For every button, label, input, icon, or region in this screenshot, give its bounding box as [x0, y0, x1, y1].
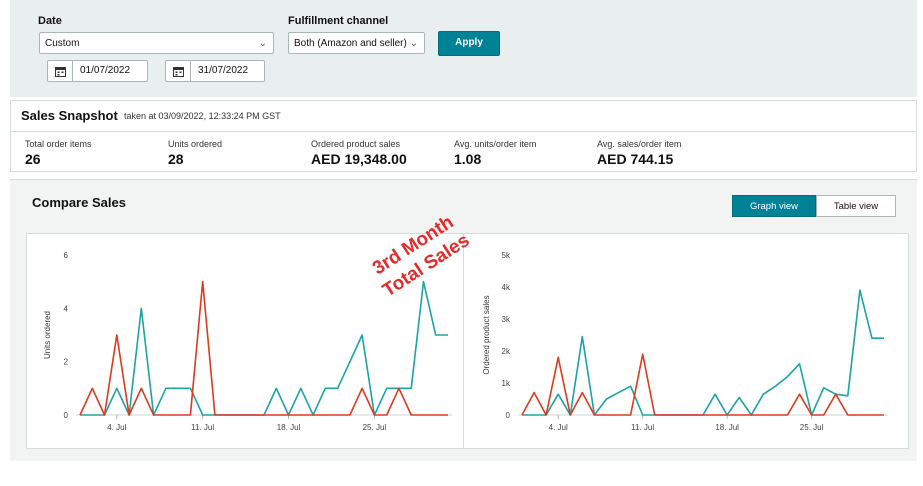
- metric-value: 28: [168, 151, 184, 167]
- calendar-icon[interactable]: [48, 61, 73, 81]
- ordered-sales-chart: 0 1k 2k 3k 4k 5k 4. Jul 11. Jul 18. Jul 25. Jul Or…: [482, 251, 888, 432]
- metric-avg-sales: Avg. sales/order item AED 744.15: [597, 139, 681, 167]
- date-range-value: Custom: [45, 38, 80, 49]
- metric-label: Avg. units/order item: [454, 139, 537, 149]
- x-tick-label: 11. Jul: [191, 423, 214, 432]
- snapshot-timestamp: taken at 03/09/2022, 12:33:24 PM GST: [124, 111, 281, 121]
- filter-bar: Date Custom ⌄ 01/07/2022 31/07/2022 Fulf…: [10, 0, 917, 97]
- metric-label: Ordered product sales: [311, 139, 401, 149]
- date-range-select[interactable]: Custom ⌄: [39, 32, 274, 54]
- metric-label: Total order items: [25, 139, 92, 149]
- snapshot-title: Sales Snapshot: [21, 108, 118, 123]
- x-tick-label: 4. Jul: [107, 423, 126, 432]
- y-tick-label: 4: [64, 304, 69, 313]
- y-axis-title: Ordered product sales: [482, 295, 491, 374]
- x-tick-label: 25. Jul: [363, 423, 387, 432]
- y-axis-title: Units ordered: [43, 311, 52, 359]
- y-tick-label: 0: [64, 411, 69, 420]
- metric-value: AED 19,348.00: [311, 151, 407, 167]
- y-tick-label: 3k: [502, 315, 511, 324]
- metric-units-ordered: Units ordered 28: [168, 139, 222, 167]
- table-view-button[interactable]: Table view: [816, 195, 896, 217]
- series-line-1: [521, 353, 884, 416]
- metric-ordered-product-sales: Ordered product sales AED 19,348.00: [311, 139, 407, 167]
- metric-value: 1.08: [454, 151, 482, 167]
- sales-chart-panel: 0 1k 2k 3k 4k 5k 4. Jul 11. Jul 18. Jul 25. Jul Or…: [463, 233, 909, 449]
- end-date-field[interactable]: 31/07/2022: [165, 60, 265, 82]
- channel-select[interactable]: Both (Amazon and seller) ⌄: [288, 32, 425, 54]
- x-tick-label: 11. Jul: [631, 423, 654, 432]
- metric-label: Avg. sales/order item: [597, 139, 682, 149]
- channel-value: Both (Amazon and seller): [294, 38, 407, 49]
- chevron-down-icon: ⌄: [258, 38, 267, 49]
- metric-total-order-items: Total order items 26: [25, 139, 92, 167]
- y-tick-label: 1k: [502, 379, 511, 388]
- x-tick-label: 25. Jul: [800, 423, 824, 432]
- chevron-down-icon: ⌄: [409, 38, 418, 49]
- metric-value: AED 744.15: [597, 151, 674, 167]
- end-date-value: 31/07/2022: [198, 65, 249, 76]
- channel-label: Fulfillment channel: [288, 15, 389, 27]
- y-tick-label: 0: [506, 411, 511, 420]
- y-tick-label: 2: [64, 358, 69, 367]
- sales-snapshot-panel: Sales Snapshot taken at 03/09/2022, 12:3…: [10, 100, 917, 172]
- x-tick-label: 4. Jul: [549, 423, 568, 432]
- start-date-value: 01/07/2022: [80, 65, 131, 76]
- compare-sales-title: Compare Sales: [32, 195, 126, 210]
- graph-view-button[interactable]: Graph view: [732, 195, 816, 217]
- x-tick-label: 18. Jul: [715, 423, 739, 432]
- series-line-0: [522, 289, 884, 416]
- apply-button[interactable]: Apply: [438, 31, 500, 56]
- y-tick-label: 4k: [502, 283, 511, 292]
- metric-avg-units: Avg. units/order item 1.08: [454, 139, 536, 167]
- snapshot-header: Sales Snapshot taken at 03/09/2022, 12:3…: [11, 101, 916, 132]
- calendar-icon[interactable]: [166, 61, 191, 81]
- date-label: Date: [38, 15, 62, 27]
- y-tick-label: 2k: [502, 347, 511, 356]
- y-tick-label: 6: [64, 251, 69, 260]
- metric-label: Units ordered: [168, 139, 223, 149]
- start-date-field[interactable]: 01/07/2022: [47, 60, 148, 82]
- y-tick-label: 5k: [502, 251, 511, 260]
- x-tick-label: 18. Jul: [277, 423, 301, 432]
- metric-value: 26: [25, 151, 41, 167]
